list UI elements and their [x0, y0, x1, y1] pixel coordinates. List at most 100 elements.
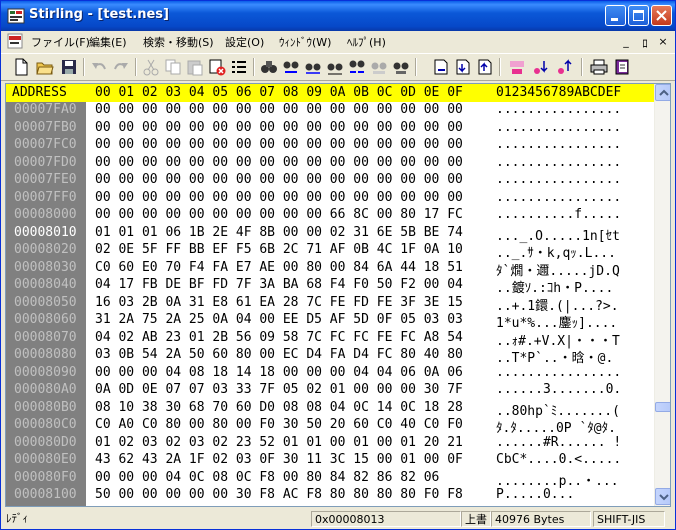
row-ascii[interactable]: ..T*P`..・晗・@. — [496, 347, 613, 366]
hex-row[interactable]: 00008090 00 00 00 04 08 18 14 18 00 00 00… — [6, 365, 654, 383]
undo-icon[interactable] — [89, 57, 109, 77]
paste-icon[interactable] — [185, 57, 205, 77]
row-hex-bytes[interactable]: 08 10 38 30 68 70 60 D0 08 08 04 0C 14 0… — [95, 400, 463, 415]
open-folder-icon[interactable] — [35, 57, 55, 77]
menu-file[interactable]: ファイル(F) — [29, 33, 92, 51]
row-hex-bytes[interactable]: 04 02 AB 23 01 2B 56 09 58 7C FC FC FE F… — [95, 330, 463, 345]
row-hex-bytes[interactable]: 00 00 00 04 08 18 14 18 00 00 00 04 04 0… — [95, 365, 463, 380]
row-ascii[interactable]: .._.ｻ・k,qｯ.L... — [496, 242, 616, 261]
row-hex-bytes[interactable]: 01 01 01 06 1B 2E 4F 8B 00 00 02 31 6E 5… — [95, 225, 463, 240]
menu-edit[interactable]: 編集(E) — [87, 33, 129, 51]
find-next-icon[interactable] — [281, 57, 301, 77]
new-file-icon[interactable] — [11, 57, 31, 77]
row-ascii[interactable]: ﾀ.ﾀ.....0P `ﾀ@ﾀ. — [496, 417, 616, 436]
hex-rows[interactable]: 00007FA0 00 00 00 00 00 00 00 00 00 00 00… — [6, 102, 654, 506]
bookmark-set-icon[interactable] — [431, 57, 451, 77]
row-hex-bytes[interactable]: C0 A0 C0 80 00 80 00 F0 30 50 20 60 C0 4… — [95, 417, 463, 432]
row-ascii[interactable]: ................ — [496, 120, 621, 135]
menu-help[interactable]: ﾍﾙﾌﾟ(H) — [345, 33, 388, 51]
row-ascii[interactable]: ........p..・... — [496, 470, 619, 489]
menu-search-move[interactable]: 検索・移動(S) — [141, 33, 216, 51]
row-hex-bytes[interactable]: 04 17 FB DE BF FD 7F 3A BA 68 F4 F0 50 F… — [95, 277, 463, 292]
menu-settings[interactable]: 設定(O) — [223, 33, 266, 51]
hex-row[interactable]: 00008080 03 0B 54 2A 50 60 80 00 EC D4 FA… — [6, 347, 654, 366]
find-prev-icon[interactable] — [303, 57, 323, 77]
copy-icon[interactable] — [163, 57, 183, 77]
insert-list-icon[interactable] — [229, 57, 249, 77]
row-ascii[interactable]: CbC*....0.<..... — [496, 452, 621, 467]
row-ascii[interactable]: ................ — [496, 155, 621, 170]
row-ascii[interactable]: ..80hp`ﾐ.......( — [496, 400, 620, 419]
cut-icon[interactable] — [141, 57, 161, 77]
row-ascii[interactable]: ..........f..... — [496, 207, 621, 222]
hex-row[interactable]: 00007FE0 00 00 00 00 00 00 00 00 00 00 00… — [6, 172, 654, 190]
row-hex-bytes[interactable]: 00 00 00 00 00 00 00 00 00 00 00 00 00 0… — [95, 155, 463, 170]
row-ascii[interactable]: ..+.1鐶.(|...?>. — [496, 295, 619, 314]
title-bar[interactable]: Stirling - [test.nes] — [1, 1, 675, 31]
hex-row[interactable]: 00008070 04 02 AB 23 01 2B 56 09 58 7C FC… — [6, 330, 654, 349]
mdi-minimize-button[interactable]: _ — [619, 35, 633, 48]
mark-next-icon[interactable] — [531, 57, 551, 77]
row-hex-bytes[interactable]: 03 0B 54 2A 50 60 80 00 EC D4 FA D4 FC 8… — [95, 347, 463, 362]
hex-row[interactable]: 00008020 02 0E 5F FF BB EF F5 6B 2C 71 AF… — [6, 242, 654, 261]
row-ascii[interactable]: ..._.O.....1n[ｾt — [496, 225, 620, 244]
mark-icon[interactable] — [507, 57, 527, 77]
hex-row[interactable]: 00007FB0 00 00 00 00 00 00 00 00 00 00 00… — [6, 120, 654, 138]
row-ascii[interactable]: ..鍍ｿ.:ｺh・P.... — [496, 277, 613, 296]
mark-prev-icon[interactable] — [555, 57, 575, 77]
hex-editor[interactable]: ADDRESS 00 01 02 03 04 05 06 07 08 09 0A… — [5, 83, 671, 507]
scroll-down-button[interactable] — [655, 488, 670, 505]
hex-row[interactable]: 00007FA0 00 00 00 00 00 00 00 00 00 00 00… — [6, 102, 654, 120]
hex-row[interactable]: 000080C0 C0 A0 C0 80 00 80 00 F0 30 50 20… — [6, 417, 654, 436]
row-hex-bytes[interactable]: 00 00 00 00 00 00 00 00 00 00 66 8C 00 8… — [95, 207, 463, 222]
vertical-scrollbar[interactable] — [654, 84, 670, 506]
row-hex-bytes[interactable]: 0A 0D 0E 07 07 03 33 7F 05 02 01 00 00 0… — [95, 382, 463, 397]
save-icon[interactable] — [59, 57, 79, 77]
menu-window[interactable]: ｳｨﾝﾄﾞｳ(W) — [277, 33, 333, 51]
scroll-up-button[interactable] — [655, 84, 670, 101]
hex-row[interactable]: 00008010 01 01 01 06 1B 2E 4F 8B 00 00 02… — [6, 225, 654, 244]
row-hex-bytes[interactable]: 00 00 00 00 00 00 00 00 00 00 00 00 00 0… — [95, 102, 463, 117]
redo-icon[interactable] — [111, 57, 131, 77]
hex-row[interactable]: 00007FF0 00 00 00 00 00 00 00 00 00 00 00… — [6, 190, 654, 208]
row-ascii[interactable]: ......3.......0. — [496, 382, 621, 397]
find-all-icon[interactable] — [325, 57, 345, 77]
row-ascii[interactable]: ................ — [496, 137, 621, 152]
find-icon[interactable] — [259, 57, 279, 77]
bookmark-prev-icon[interactable] — [475, 57, 495, 77]
hex-row[interactable]: 000080F0 00 00 00 04 0C 08 0C F8 00 80 84… — [6, 470, 654, 489]
row-hex-bytes[interactable]: 02 0E 5F FF BB EF F5 6B 2C 71 AF 0B 4C 1… — [95, 242, 463, 257]
row-ascii[interactable]: ................ — [496, 190, 621, 205]
hex-row[interactable]: 00007FD0 00 00 00 00 00 00 00 00 00 00 00… — [6, 155, 654, 173]
print-icon[interactable] — [589, 57, 609, 77]
row-hex-bytes[interactable]: 16 03 2B 0A 31 E8 61 EA 28 7C FE FD FE 3… — [95, 295, 463, 310]
hex-row[interactable]: 00008030 C0 60 E0 70 F4 FA E7 AE 00 80 00… — [6, 260, 654, 279]
minimize-button[interactable] — [605, 5, 626, 26]
mdi-close-button[interactable]: × — [656, 35, 670, 48]
hex-row[interactable]: 00008040 04 17 FB DE BF FD 7F 3A BA 68 F4… — [6, 277, 654, 296]
row-ascii[interactable]: ................ — [496, 172, 621, 187]
row-ascii[interactable]: ..ｫ#.+V.X|・・・T — [496, 330, 620, 349]
row-hex-bytes[interactable]: 00 00 00 00 00 00 00 00 00 00 00 00 00 0… — [95, 137, 463, 152]
row-ascii[interactable]: 1*u*%...鏖ｯ].... — [496, 312, 617, 331]
hex-row[interactable]: 00007FC0 00 00 00 00 00 00 00 00 00 00 00… — [6, 137, 654, 155]
hex-row[interactable]: 00008100 50 00 00 00 00 00 30 F8 AC F8 80… — [6, 487, 654, 505]
app-icon[interactable] — [7, 7, 25, 25]
hex-row[interactable]: 00008000 00 00 00 00 00 00 00 00 00 00 66… — [6, 207, 654, 225]
row-hex-bytes[interactable]: 00 00 00 04 0C 08 0C F8 00 80 84 82 86 8… — [95, 470, 439, 485]
row-hex-bytes[interactable]: 00 00 00 00 00 00 00 00 00 00 00 00 00 0… — [95, 172, 463, 187]
row-hex-bytes[interactable]: C0 60 E0 70 F4 FA E7 AE 00 80 00 84 6A 4… — [95, 260, 463, 275]
row-ascii[interactable]: P.....0... — [496, 487, 574, 502]
hex-row[interactable]: 00008060 31 2A 75 2A 25 0A 04 00 EE D5 AF… — [6, 312, 654, 331]
goto-icon[interactable] — [391, 57, 411, 77]
row-ascii[interactable]: ﾀ`燗・邇.....jD.Q — [496, 260, 620, 279]
delete-icon[interactable] — [207, 57, 227, 77]
row-ascii[interactable]: ......#R...... ! — [496, 435, 621, 450]
replace-icon[interactable] — [347, 57, 367, 77]
row-hex-bytes[interactable]: 00 00 00 00 00 00 00 00 00 00 00 00 00 0… — [95, 190, 463, 205]
document-icon[interactable] — [7, 33, 23, 49]
hex-row[interactable]: 000080B0 08 10 38 30 68 70 60 D0 08 08 04… — [6, 400, 654, 419]
row-hex-bytes[interactable]: 01 02 03 02 03 02 23 52 01 01 00 01 00 0… — [95, 435, 463, 450]
hex-row[interactable]: 000080E0 43 62 43 2A 1F 02 03 0F 30 11 3C… — [6, 452, 654, 470]
hex-row[interactable]: 000080A0 0A 0D 0E 07 07 03 33 7F 05 02 01… — [6, 382, 654, 400]
